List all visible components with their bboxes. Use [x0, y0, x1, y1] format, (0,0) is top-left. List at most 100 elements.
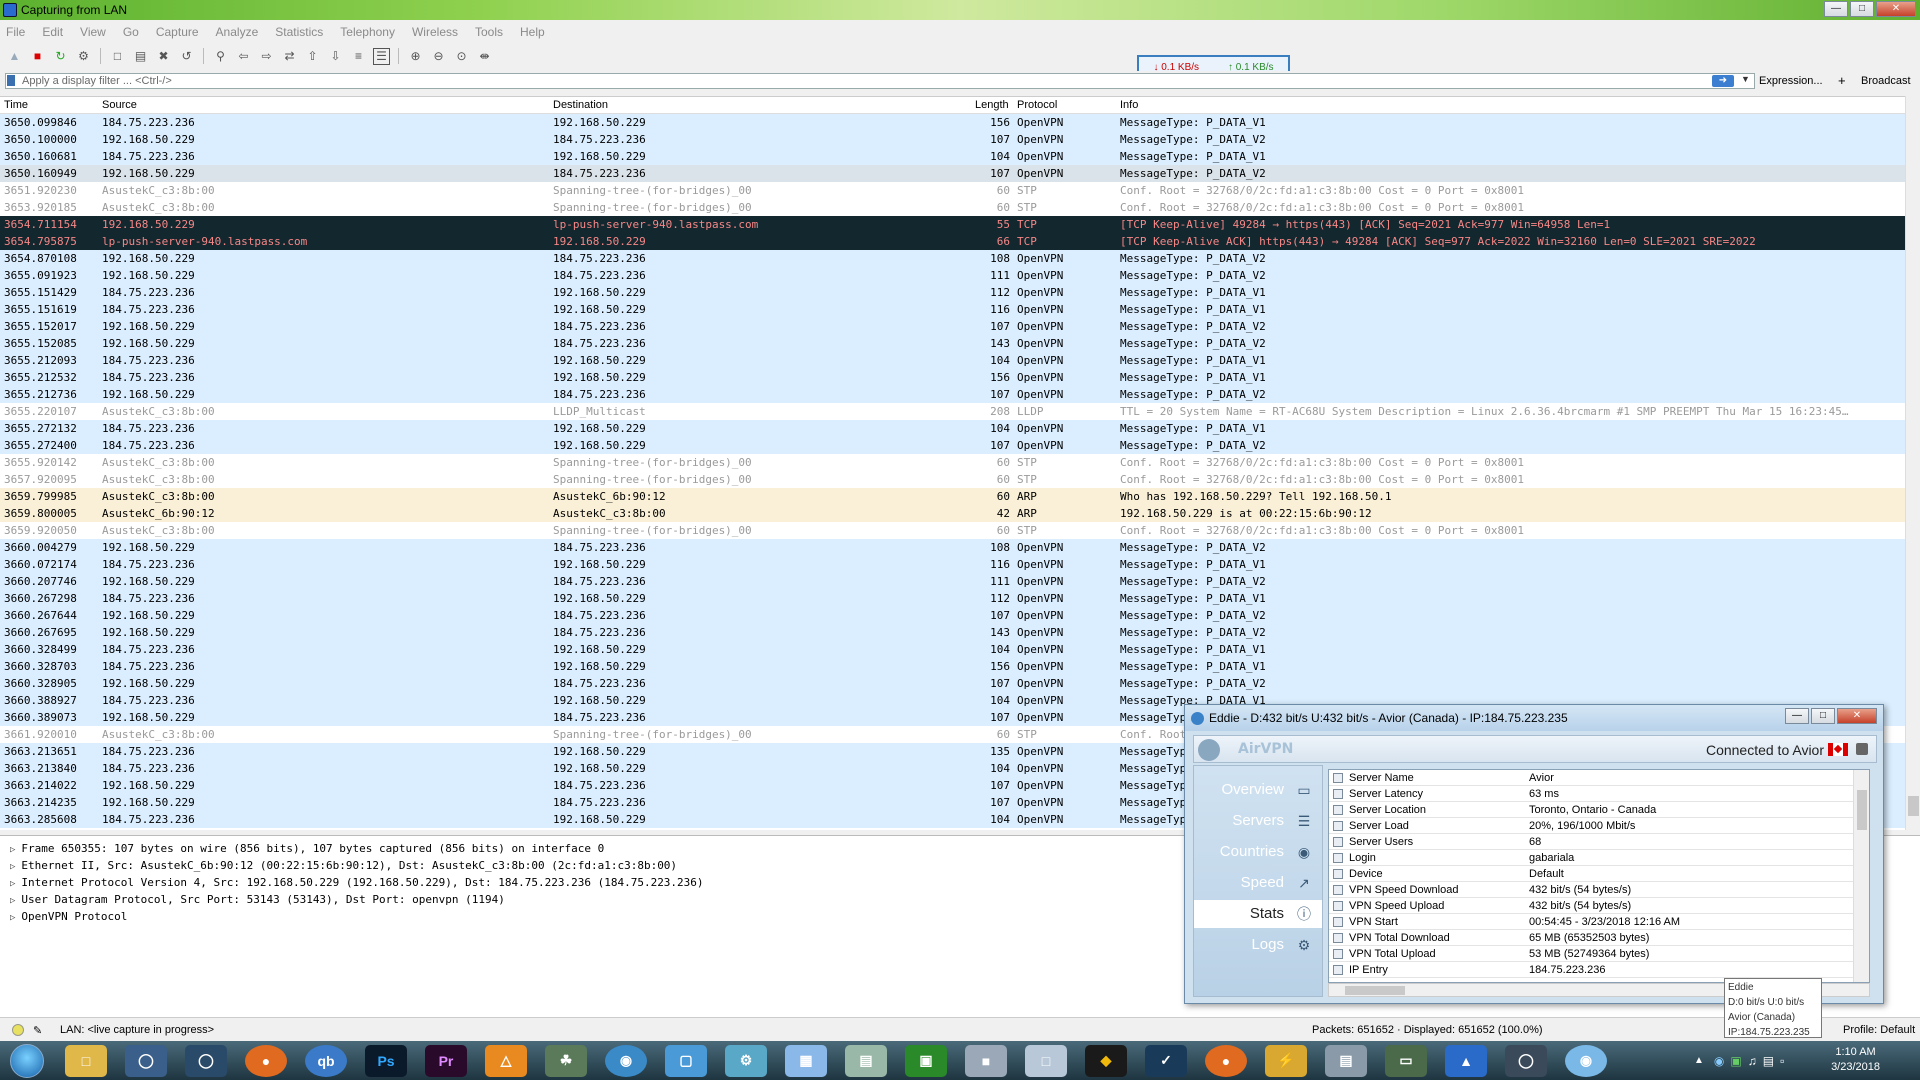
go-back-icon[interactable]: ⇦ — [235, 48, 252, 65]
stats-row[interactable]: VPN Start 00:54:45 - 3/23/2018 12:16 AM — [1329, 914, 1869, 930]
table-row[interactable]: 3650.160949 192.168.50.229 184.75.223.236 1… — [0, 165, 1905, 182]
table-row[interactable]: 3651.920230 AsustekC_c3:8b:00 Spanning-tre… — [0, 182, 1905, 199]
app-icon[interactable]: ▦ — [785, 1044, 827, 1077]
close-file-icon[interactable]: ✖ — [155, 48, 172, 65]
app-icon[interactable]: ▭ — [1385, 1044, 1427, 1077]
table-row[interactable]: 3660.328905 192.168.50.229 184.75.223.236 1… — [0, 675, 1905, 692]
menu-go[interactable]: Go — [123, 25, 139, 39]
autoscroll-icon[interactable]: ≡ — [350, 48, 367, 65]
app-icon[interactable]: ▣ — [905, 1044, 947, 1077]
go-first-icon[interactable]: ⇧ — [304, 48, 321, 65]
menu-file[interactable]: File — [6, 25, 25, 39]
menu-statistics[interactable]: Statistics — [275, 25, 323, 39]
app-icon[interactable]: ◯ — [125, 1044, 167, 1077]
stats-row[interactable]: Server Load 20%, 196/1000 Mbit/s — [1329, 818, 1869, 834]
app-icon[interactable]: ◯ — [185, 1044, 227, 1077]
stats-row[interactable]: Server Users 68 — [1329, 834, 1869, 850]
stats-row[interactable]: IP Entry 184.75.223.236 — [1329, 962, 1869, 978]
eddie-task-icon[interactable]: ◉ — [1565, 1044, 1607, 1077]
stats-row[interactable]: Login gabariala — [1329, 850, 1869, 866]
table-row[interactable]: 3653.920185 AsustekC_c3:8b:00 Spanning-tre… — [0, 199, 1905, 216]
reload-file-icon[interactable]: ↺ — [178, 48, 195, 65]
nav-stats[interactable]: Stats ⓘ — [1194, 900, 1322, 928]
zoom-out-icon[interactable]: ⊖ — [430, 48, 447, 65]
tray-app-icon[interactable]: ▣ — [1730, 1054, 1741, 1068]
file-explorer-icon[interactable]: □ — [65, 1044, 107, 1077]
table-row[interactable]: 3655.212736 192.168.50.229 184.75.223.236 1… — [0, 386, 1905, 403]
binance-icon[interactable]: ◆ — [1085, 1044, 1127, 1077]
minimize-button[interactable]: — — [1824, 1, 1848, 17]
notepad-icon[interactable]: ▤ — [845, 1044, 887, 1077]
restart-capture-icon[interactable]: ↻ — [52, 48, 69, 65]
table-row[interactable]: 3655.212093 184.75.223.236 192.168.50.229 1… — [0, 352, 1905, 369]
col-source[interactable]: Source — [102, 99, 137, 111]
menu-wireless[interactable]: Wireless — [412, 25, 458, 39]
tray-app-icon[interactable]: ◉ — [1714, 1054, 1724, 1068]
table-row[interactable]: 3655.272132 184.75.223.236 192.168.50.229 1… — [0, 420, 1905, 437]
table-row[interactable]: 3655.152085 192.168.50.229 184.75.223.236 1… — [0, 335, 1905, 352]
wireshark-task-icon[interactable]: ▲ — [1445, 1044, 1487, 1077]
app-icon[interactable]: ⚙ — [725, 1044, 767, 1077]
table-row[interactable]: 3650.099846 184.75.223.236 192.168.50.229 1… — [0, 114, 1905, 131]
app-icon[interactable]: ✓ — [1145, 1044, 1187, 1077]
packet-list-scrollbar[interactable] — [1905, 96, 1920, 830]
table-row[interactable]: 3659.920050 AsustekC_c3:8b:00 Spanning-tre… — [0, 522, 1905, 539]
close-button[interactable]: ✕ — [1876, 1, 1916, 17]
table-row[interactable]: 3655.212532 184.75.223.236 192.168.50.229 1… — [0, 369, 1905, 386]
globe-app-icon[interactable]: ◉ — [605, 1044, 647, 1077]
bookmark-icon[interactable] — [7, 75, 15, 86]
stop-capture-icon[interactable]: ■ — [29, 48, 46, 65]
table-row[interactable]: 3654.711154 192.168.50.229 lp-push-server-… — [0, 216, 1905, 233]
profile-label[interactable]: Profile: Default — [1843, 1024, 1915, 1036]
capture-options-icon[interactable]: ⚙ — [75, 48, 92, 65]
eddie-maximize-button[interactable]: □ — [1811, 708, 1835, 724]
menu-analyze[interactable]: Analyze — [216, 25, 259, 39]
col-length[interactable]: Length — [975, 99, 1009, 111]
table-row[interactable]: 3660.207746 192.168.50.229 184.75.223.236 1… — [0, 573, 1905, 590]
nav-speed[interactable]: Speed ↗ — [1194, 869, 1322, 897]
start-button[interactable] — [10, 1043, 44, 1078]
eddie-close-button[interactable]: ✕ — [1837, 708, 1877, 724]
table-row[interactable]: 3650.160681 184.75.223.236 192.168.50.229 1… — [0, 148, 1905, 165]
app-icon[interactable]: ⚡ — [1265, 1044, 1307, 1077]
add-filter-button[interactable]: + — [1838, 73, 1846, 88]
menu-capture[interactable]: Capture — [156, 25, 199, 39]
table-row[interactable]: 3659.799985 AsustekC_c3:8b:00 AsustekC_6b:… — [0, 488, 1905, 505]
stats-grid-scrollbar[interactable] — [1853, 770, 1869, 982]
table-row[interactable]: 3659.800005 AsustekC_6b:90:12 AsustekC_c3:… — [0, 505, 1905, 522]
stats-grid[interactable]: Server Name Avior Server Latency 63 ms Serve… — [1328, 769, 1870, 983]
apply-filter-arrow-icon[interactable]: ➜ — [1712, 75, 1734, 87]
display-filter-input[interactable]: Apply a display filter ... <Ctrl-/> — [5, 73, 1755, 89]
menu-tools[interactable]: Tools — [475, 25, 503, 39]
col-time[interactable]: Time — [4, 99, 28, 111]
col-info[interactable]: Info — [1120, 99, 1138, 111]
expression-button[interactable]: Expression... — [1759, 75, 1823, 87]
firefox-icon[interactable]: ● — [245, 1044, 287, 1077]
resize-columns-icon[interactable]: ⇼ — [476, 48, 493, 65]
action-center-icon[interactable]: ▫ — [1780, 1054, 1784, 1068]
table-row[interactable]: 3660.004279 192.168.50.229 184.75.223.236 1… — [0, 539, 1905, 556]
capture-status-icon[interactable] — [12, 1024, 24, 1036]
table-row[interactable]: 3655.152017 192.168.50.229 184.75.223.236 1… — [0, 318, 1905, 335]
network-icon[interactable]: ▤ — [1763, 1054, 1774, 1068]
col-protocol[interactable]: Protocol — [1017, 99, 1057, 111]
app-icon[interactable]: □ — [1025, 1044, 1067, 1077]
qbittorrent-icon[interactable]: qb — [305, 1044, 347, 1077]
app-icon[interactable]: ▤ — [1325, 1044, 1367, 1077]
table-row[interactable]: 3655.091923 192.168.50.229 184.75.223.236 1… — [0, 267, 1905, 284]
stats-row[interactable]: VPN Total Upload 53 MB (52749364 bytes) — [1329, 946, 1869, 962]
nav-logs[interactable]: Logs ⚙ — [1194, 931, 1322, 959]
photoshop-icon[interactable]: Ps — [365, 1044, 407, 1077]
maximize-button[interactable]: □ — [1850, 1, 1874, 17]
stats-row[interactable]: VPN Speed Download 432 bit/s (54 bytes/s) — [1329, 882, 1869, 898]
table-row[interactable]: 3655.920142 AsustekC_c3:8b:00 Spanning-tre… — [0, 454, 1905, 471]
table-row[interactable]: 3660.267695 192.168.50.229 184.75.223.236 1… — [0, 624, 1905, 641]
go-to-packet-icon[interactable]: ⇄ — [281, 48, 298, 65]
nav-servers[interactable]: Servers ☰ — [1194, 807, 1322, 835]
table-row[interactable]: 3654.795875 lp-push-server-940.lastpass.c… — [0, 233, 1905, 250]
stats-row[interactable]: VPN Total Download 65 MB (65352503 bytes) — [1329, 930, 1869, 946]
open-file-icon[interactable]: □ — [109, 48, 126, 65]
volume-icon[interactable]: ♫ — [1748, 1054, 1757, 1068]
table-row[interactable]: 3657.920095 AsustekC_c3:8b:00 Spanning-tre… — [0, 471, 1905, 488]
table-row[interactable]: 3660.072174 184.75.223.236 192.168.50.229 1… — [0, 556, 1905, 573]
